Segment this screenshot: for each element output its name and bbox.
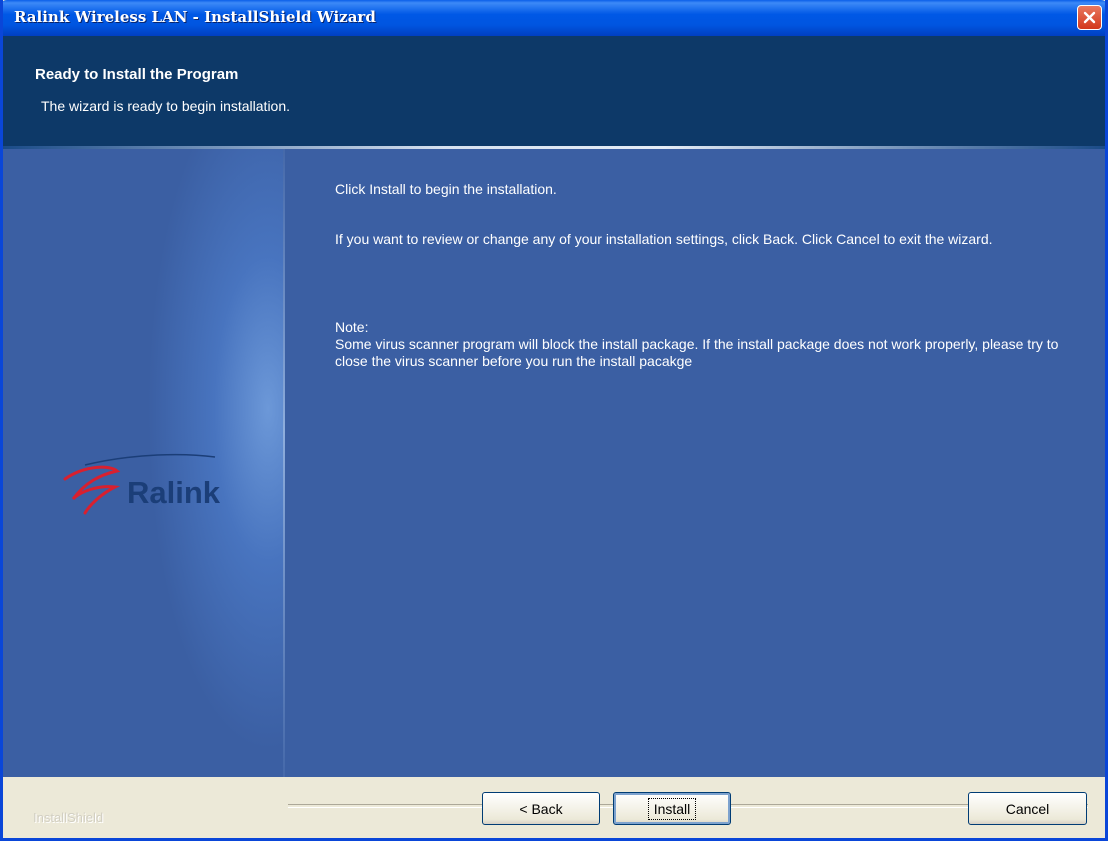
close-button[interactable] (1077, 5, 1102, 30)
logo-text: Ralink (127, 475, 221, 510)
page-title: Ready to Install the Program (35, 66, 239, 83)
note-heading: Note: (335, 319, 369, 335)
installshield-brand: InstallShield (33, 810, 104, 825)
ralink-logo: Ralink (55, 451, 255, 521)
close-icon (1083, 11, 1096, 24)
install-button-label: Install (647, 797, 697, 820)
cancel-button[interactable]: Cancel (968, 792, 1087, 825)
window-title: Ralink Wireless LAN - InstallShield Wiza… (14, 8, 376, 26)
title-bar[interactable]: Ralink Wireless LAN - InstallShield Wiza… (3, 0, 1105, 36)
note-body: Some virus scanner program will block th… (335, 336, 1059, 369)
panel-divider (283, 149, 285, 777)
instruction-text: Click Install to begin the installation. (335, 181, 557, 197)
installer-window: Ralink Wireless LAN - InstallShield Wiza… (0, 0, 1108, 841)
back-button[interactable]: < Back (482, 792, 600, 825)
side-banner: Ralink (3, 149, 283, 777)
wizard-body: Ralink Click Install to begin the instal… (3, 149, 1105, 777)
wizard-header: Ready to Install the Program The wizard … (3, 36, 1105, 148)
install-button[interactable]: Install (613, 792, 731, 825)
wizard-footer: InstallShield < Back Install Cancel (3, 777, 1105, 838)
page-subtitle: The wizard is ready to begin installatio… (41, 98, 291, 114)
note-block: Note: Some virus scanner program will bl… (335, 319, 1085, 370)
review-text: If you want to review or change any of y… (335, 231, 993, 247)
